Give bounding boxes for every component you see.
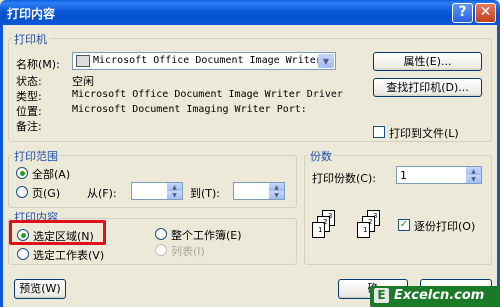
range-to-label: 到(T):: [190, 187, 221, 200]
range-to-spinner[interactable]: ▲ ▼: [233, 182, 285, 200]
copies-group-label: 份数: [308, 148, 334, 164]
print-to-file-checkbox[interactable]: [373, 126, 385, 138]
collate-checkbox[interactable]: ✓: [398, 219, 410, 231]
content-workbook-label: 整个工作簿(E): [171, 229, 242, 242]
printer-name-label: 名称(M):: [16, 58, 60, 71]
status-label: 状态:: [16, 75, 42, 88]
print-to-file-label: 打印到文件(L): [389, 127, 459, 140]
page-number-2: 2: [323, 218, 327, 226]
printer-name-value: Microsoft Office Document Image Writer: [93, 55, 322, 66]
copies-count-spinner[interactable]: 1 ▲ ▼: [396, 166, 482, 184]
printer-group-label: 打印机: [12, 31, 49, 47]
range-all-label: 全部(A): [32, 168, 71, 181]
page-number-2: 2: [368, 218, 372, 226]
content-list-radio[interactable]: [155, 244, 167, 256]
copies-count-label: 打印份数(C):: [312, 172, 376, 185]
status-value: 空闲: [72, 75, 94, 88]
range-group-label: 打印范围: [12, 148, 60, 164]
type-label: 类型:: [16, 90, 42, 103]
content-workbook-radio[interactable]: [155, 228, 167, 240]
comment-label: 备注:: [16, 120, 42, 133]
range-pages-label: 页(G): [32, 187, 61, 200]
range-all-radio[interactable]: [16, 167, 28, 179]
printer-name-select[interactable]: Microsoft Office Document Image Writer ▼: [72, 52, 336, 70]
window-title: 打印内容: [7, 7, 56, 21]
spin-up-icon[interactable]: ▲: [466, 167, 481, 175]
spin-up-icon[interactable]: ▲: [167, 183, 182, 191]
excel-logo-icon: E: [374, 288, 389, 303]
collate-pages-icon: 3 2 1 3 2 1: [312, 210, 380, 238]
type-value: Microsoft Office Document Image Writer D…: [72, 89, 343, 100]
close-button[interactable]: ✕: [475, 3, 496, 23]
find-printer-button[interactable]: 查找打印机(D)...: [373, 78, 482, 97]
properties-button[interactable]: 属性(E)...: [373, 52, 482, 71]
page-number-1: 1: [363, 226, 367, 234]
copies-count-value: 1: [400, 169, 407, 182]
watermark-text: Excelcn.com: [394, 288, 485, 303]
page-number-3: 3: [373, 212, 377, 220]
where-value: Microsoft Document Imaging Writer Port:: [72, 104, 307, 115]
range-from-spinner[interactable]: ▲ ▼: [131, 182, 183, 200]
help-button[interactable]: ?: [452, 3, 473, 23]
content-list-label: 列表(I): [171, 245, 205, 258]
watermark-badge: E Excelcn.com: [370, 286, 500, 307]
title-bar: 打印内容 ? ✕: [0, 0, 500, 25]
page-number-3: 3: [328, 212, 332, 220]
spin-down-icon[interactable]: ▼: [269, 191, 284, 199]
range-pages-radio[interactable]: [16, 186, 28, 198]
range-from-label: 从(F):: [87, 187, 117, 200]
content-sheet-label: 选定工作表(V): [33, 249, 105, 262]
printer-icon: [76, 55, 90, 67]
collate-label: 逐份打印(O): [414, 220, 476, 233]
preview-button[interactable]: 预览(W): [14, 279, 66, 299]
chevron-down-icon[interactable]: ▼: [318, 54, 334, 68]
content-sheet-radio[interactable]: [17, 248, 29, 260]
spin-up-icon[interactable]: ▲: [269, 183, 284, 191]
spin-down-icon[interactable]: ▼: [466, 175, 481, 183]
spin-down-icon[interactable]: ▼: [167, 191, 182, 199]
page-number-1: 1: [318, 226, 322, 234]
highlight-box: [9, 220, 106, 245]
where-label: 位置:: [16, 105, 42, 118]
